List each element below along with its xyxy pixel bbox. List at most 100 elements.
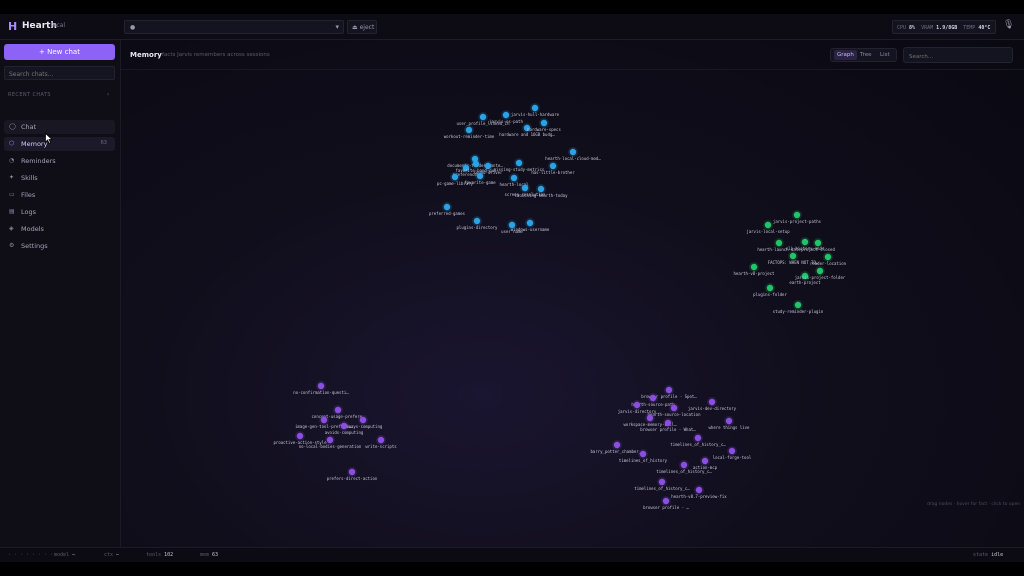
graph-node[interactable]: prefers-direct-action xyxy=(327,467,378,481)
graph-node-dot[interactable] xyxy=(443,203,451,211)
graph-node-dot[interactable] xyxy=(515,159,523,167)
graph-node-dot[interactable] xyxy=(613,441,621,449)
tab-list[interactable]: List xyxy=(877,50,893,60)
graph-node-dot[interactable] xyxy=(296,432,304,440)
graph-node-dot[interactable] xyxy=(633,401,641,409)
graph-node[interactable]: plugins-folder xyxy=(753,283,787,297)
graph-node-dot[interactable] xyxy=(662,497,670,505)
microphone-icon[interactable]: 🎙 xyxy=(1003,20,1014,30)
memory-search-input[interactable] xyxy=(903,47,1013,63)
graph-node[interactable]: jarvis-dev-directory xyxy=(688,397,737,411)
graph-node-dot[interactable] xyxy=(649,394,657,402)
graph-node-dot[interactable] xyxy=(794,301,802,309)
sidebar-item-reminders[interactable]: ◔ Reminders xyxy=(4,154,115,168)
sidebar-item-files[interactable]: ▭ Files xyxy=(4,188,115,202)
sidebar-item-skills[interactable]: ✦ Skills xyxy=(4,171,115,185)
graph-node-dot[interactable] xyxy=(526,219,534,227)
graph-node-dot[interactable] xyxy=(549,162,557,170)
graph-node-dot[interactable] xyxy=(540,119,548,127)
graph-node-dot[interactable] xyxy=(728,447,736,455)
graph-node[interactable]: hardware-specs xyxy=(527,118,561,132)
graph-node-dot[interactable] xyxy=(701,457,709,465)
graph-node-dot[interactable] xyxy=(465,126,473,134)
graph-node-dot[interactable] xyxy=(680,461,688,469)
graph-node-dot[interactable] xyxy=(824,253,832,261)
tab-tree[interactable]: Tree xyxy=(857,50,874,60)
graph-node-dot[interactable] xyxy=(694,434,702,442)
graph-node-dot[interactable] xyxy=(793,211,801,219)
graph-node-dot[interactable] xyxy=(472,160,480,168)
cpu-value: 8% xyxy=(909,25,916,31)
sidebar-item-models[interactable]: ◈ Models xyxy=(4,222,115,236)
graph-node-dot[interactable] xyxy=(569,148,577,156)
graph-node-dot[interactable] xyxy=(816,267,824,275)
graph-node[interactable]: write-scripts xyxy=(365,435,397,449)
graph-node[interactable]: timelines_of_history_c… xyxy=(634,477,690,491)
search-chats-input[interactable] xyxy=(4,66,115,80)
graph-node-dot[interactable] xyxy=(479,113,487,121)
graph-node-dot[interactable] xyxy=(766,284,774,292)
graph-node[interactable]: concept-usage-prefere… xyxy=(312,405,366,419)
graph-node[interactable]: barry_potter_chamber_… xyxy=(591,440,645,454)
graph-node-dot[interactable] xyxy=(639,450,647,458)
graph-node[interactable]: workout-reminder-time xyxy=(444,125,495,139)
graph-node-dot[interactable] xyxy=(658,478,666,486)
graph-node[interactable]: no-confirmation-questi… xyxy=(293,381,349,395)
sidebar-item-settings[interactable]: ⚙ Settings xyxy=(4,239,115,253)
graph-node-dot[interactable] xyxy=(531,104,539,112)
graph-node-label: hardware-specs xyxy=(527,127,561,132)
graph-node-label: earth-project xyxy=(789,280,821,285)
graph-node-dot[interactable] xyxy=(646,414,654,422)
graph-node[interactable]: where things live xyxy=(709,416,751,430)
graph-node[interactable]: jarvis-hull-hardware xyxy=(511,103,560,117)
graph-node-dot[interactable] xyxy=(320,416,328,424)
graph-node-dot[interactable] xyxy=(334,406,342,414)
graph-node-dot[interactable] xyxy=(348,468,356,476)
graph-node-dot[interactable] xyxy=(801,238,809,246)
graph-node[interactable]: proactive-action-style xyxy=(274,431,328,445)
graph-node[interactable]: reader-location xyxy=(810,252,847,266)
graph-node-dot[interactable] xyxy=(476,172,484,180)
graph-node-dot[interactable] xyxy=(510,174,518,182)
sidebar-item-logs[interactable]: ▤ Logs xyxy=(4,205,115,219)
sidebar-item-chat[interactable]: ◯ Chat xyxy=(4,120,115,134)
page-subtitle: facts Jarvis remembers across sessions xyxy=(162,52,270,58)
graph-node-dot[interactable] xyxy=(340,422,348,430)
graph-node[interactable]: preferred-games xyxy=(429,202,466,216)
graph-node[interactable]: timelines_of_history_c… xyxy=(670,433,726,447)
graph-node-dot[interactable] xyxy=(326,436,334,444)
graph-node-dot[interactable] xyxy=(502,111,510,119)
graph-node-dot[interactable] xyxy=(377,436,385,444)
graph-node-dot[interactable] xyxy=(665,386,673,394)
graph-node-label: jarvis-project-folder xyxy=(795,275,846,280)
graph-node-dot[interactable] xyxy=(484,162,492,170)
graph-node-dot[interactable] xyxy=(775,239,783,247)
graph-node[interactable]: local-forge-tool xyxy=(713,446,752,460)
graph-node[interactable]: study-reminder-plugin xyxy=(773,300,824,314)
graph-node-dot[interactable] xyxy=(814,239,822,247)
new-chat-button[interactable]: + New chat xyxy=(4,44,115,60)
graph-node[interactable]: plugins-directory xyxy=(457,216,499,230)
graph-node-label: no-confirmation-questi… xyxy=(293,390,349,395)
graph-node-dot[interactable] xyxy=(359,416,367,424)
graph-node-dot[interactable] xyxy=(789,252,797,260)
graph-node-dot[interactable] xyxy=(695,486,703,494)
graph-node[interactable]: jarvis-project-paths xyxy=(773,210,822,224)
graph-node-dot[interactable] xyxy=(725,417,733,425)
graph-node[interactable]: hearth-local-cloud-mod… xyxy=(545,147,601,161)
eject-button[interactable]: ⏏ eject xyxy=(347,20,377,34)
graph-node-dot[interactable] xyxy=(451,173,459,181)
memory-graph[interactable]: jarvis-hull-hardwarejarvis-os-pathuser_p… xyxy=(121,40,1024,547)
sidebar-item-memory[interactable]: ⬡ Memory 63 xyxy=(4,137,115,151)
graph-node-dot[interactable] xyxy=(750,263,758,271)
graph-node-dot[interactable] xyxy=(664,419,672,427)
tab-graph[interactable]: Graph xyxy=(834,50,857,60)
graph-node-dot[interactable] xyxy=(670,404,678,412)
graph-node-dot[interactable] xyxy=(708,398,716,406)
model-select[interactable]: ● ▾ xyxy=(124,20,344,34)
graph-node-dot[interactable] xyxy=(764,221,772,229)
graph-node-dot[interactable] xyxy=(521,184,529,192)
graph-node-dot[interactable] xyxy=(317,382,325,390)
graph-node-dot[interactable] xyxy=(473,217,481,225)
chevron-right-icon[interactable]: › xyxy=(107,91,109,98)
